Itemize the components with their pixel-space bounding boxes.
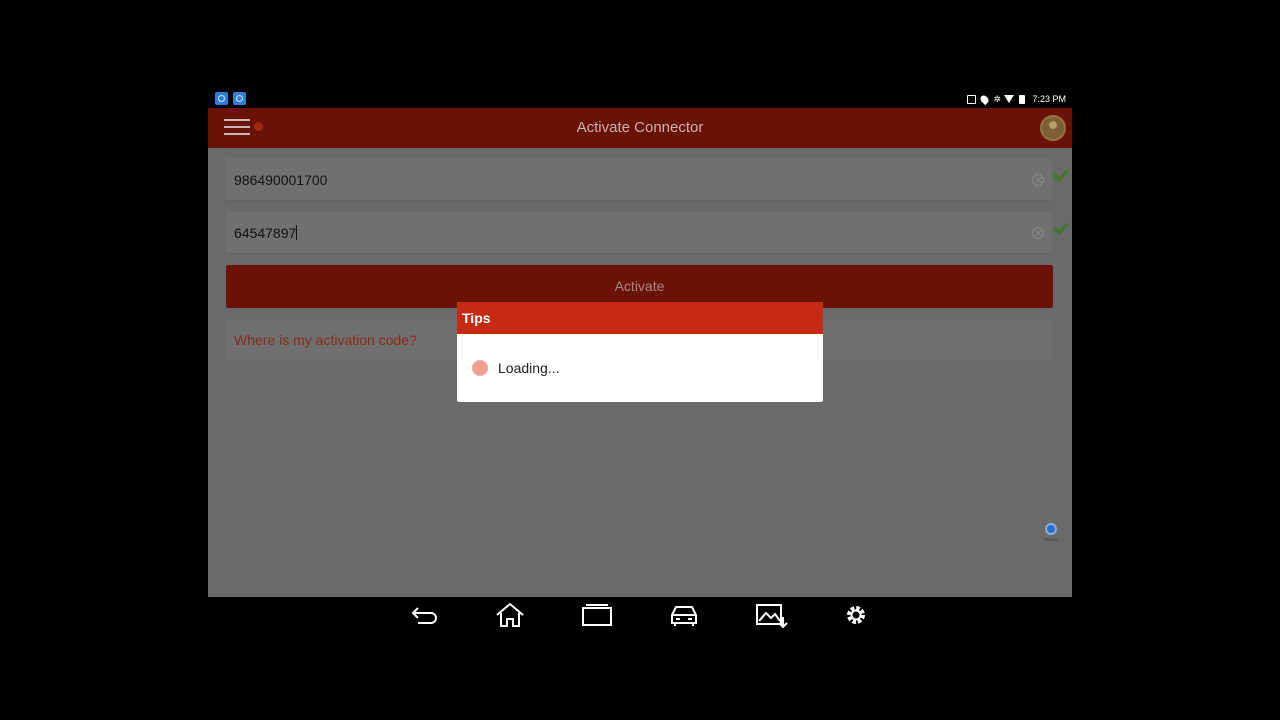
bluetooth-icon: ✲ bbox=[993, 93, 1002, 104]
dialog-title: Tips bbox=[462, 310, 491, 326]
settings-icon[interactable] bbox=[838, 599, 874, 631]
app-bar: Activate Connector bbox=[208, 108, 1072, 148]
navigation-bar bbox=[400, 597, 880, 633]
page-title: Activate Connector bbox=[576, 119, 704, 136]
battery-icon bbox=[1019, 94, 1026, 104]
floating-assist-label bbox=[1044, 538, 1058, 541]
floating-assist-icon[interactable] bbox=[1045, 523, 1057, 535]
location-icon bbox=[979, 93, 991, 105]
clear-icon[interactable] bbox=[1032, 227, 1044, 239]
activation-code-help-link[interactable]: Where is my activation code? bbox=[234, 320, 417, 360]
status-icons: ✲ 7:23 PM bbox=[967, 92, 1066, 106]
status-bar: ✲ 7:23 PM bbox=[208, 90, 1072, 108]
recent-apps-icon[interactable] bbox=[579, 599, 615, 631]
hamburger-menu-icon[interactable] bbox=[224, 119, 250, 137]
loading-spinner-icon bbox=[472, 360, 488, 376]
activation-code-field[interactable]: 64547897 bbox=[226, 212, 1052, 254]
dialog-header: Tips bbox=[457, 302, 823, 334]
notification-icon bbox=[215, 92, 228, 105]
user-avatar-icon[interactable] bbox=[1040, 115, 1066, 141]
serial-number-field[interactable]: 986490001700 bbox=[226, 159, 1052, 201]
home-icon[interactable] bbox=[492, 599, 528, 631]
notification-dot bbox=[254, 122, 263, 131]
screenshot-icon[interactable] bbox=[753, 599, 789, 631]
wifi-icon bbox=[1004, 95, 1015, 103]
activation-code-input: 64547897 bbox=[234, 212, 298, 254]
loading-message: Loading... bbox=[498, 360, 560, 376]
back-icon[interactable] bbox=[406, 599, 442, 631]
serial-number-value: 986490001700 bbox=[234, 172, 328, 188]
tips-dialog: Tips Loading... bbox=[457, 302, 823, 402]
notification-icon bbox=[233, 92, 246, 105]
status-time: 7:23 PM bbox=[1032, 94, 1066, 104]
clear-icon[interactable] bbox=[1032, 174, 1044, 186]
check-icon bbox=[1053, 219, 1069, 235]
check-icon bbox=[1053, 166, 1069, 182]
car-diagnostic-icon[interactable] bbox=[666, 599, 702, 631]
activation-code-value: 64547897 bbox=[234, 225, 297, 241]
text-cursor bbox=[296, 225, 298, 240]
cast-icon bbox=[967, 94, 977, 104]
